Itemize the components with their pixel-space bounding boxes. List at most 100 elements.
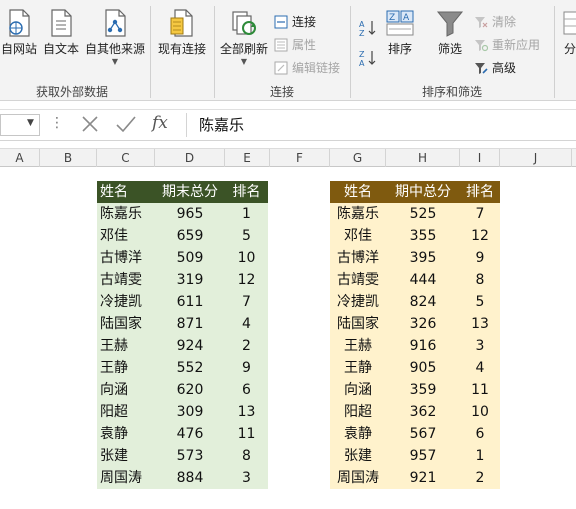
sort-button[interactable]: Z A 排序	[382, 8, 418, 56]
cell-rank[interactable]: 6	[460, 423, 500, 445]
cell-score[interactable]: 476	[155, 423, 225, 445]
cell-rank[interactable]: 7	[460, 203, 500, 225]
cell-name[interactable]: 陈嘉乐	[330, 203, 386, 225]
cell-name[interactable]: 袁静	[97, 423, 155, 445]
cell-name[interactable]: 冷捷凯	[330, 291, 386, 313]
cancel-icon[interactable]	[80, 113, 100, 135]
cell-score[interactable]: 309	[155, 401, 225, 423]
cell-score[interactable]: 921	[386, 467, 460, 489]
cell-score[interactable]: 965	[155, 203, 225, 225]
cell-rank[interactable]: 9	[460, 247, 500, 269]
cell-rank[interactable]: 13	[225, 401, 268, 423]
cell-rank[interactable]: 9	[225, 357, 268, 379]
cell-name[interactable]: 古博洋	[97, 247, 155, 269]
insert-function-icon[interactable]: fx	[152, 113, 168, 133]
column-header-g[interactable]: G	[330, 149, 386, 167]
cell-name[interactable]: 向涵	[330, 379, 386, 401]
cell-name[interactable]: 王静	[97, 357, 155, 379]
enter-check-icon[interactable]	[115, 113, 137, 135]
cell-name[interactable]: 冷捷凯	[97, 291, 155, 313]
cell-rank[interactable]: 6	[225, 379, 268, 401]
cell-score[interactable]: 620	[155, 379, 225, 401]
cell-rank[interactable]: 12	[225, 269, 268, 291]
chevron-down-icon[interactable]: ▼	[27, 118, 34, 128]
cell-rank[interactable]: 4	[225, 313, 268, 335]
column-header-f[interactable]: F	[270, 149, 330, 167]
cell-rank[interactable]: 5	[460, 291, 500, 313]
column-header-d[interactable]: D	[155, 149, 225, 167]
column-header-j[interactable]: J	[500, 149, 572, 167]
cell-rank[interactable]: 4	[460, 357, 500, 379]
worksheet-grid[interactable]: 姓名 期末总分 排名 陈嘉乐 965 1 邓佳 659 5 古博洋 509 10 古靖雯 319 12…	[0, 168, 576, 509]
name-box[interactable]: ▼	[0, 114, 40, 136]
clear-filter-button[interactable]: 清除	[474, 12, 516, 32]
sort-ascending-icon[interactable]: A Z	[358, 18, 378, 38]
column-header-e[interactable]: E	[225, 149, 270, 167]
cell-name[interactable]: 古博洋	[330, 247, 386, 269]
cell-score[interactable]: 884	[155, 467, 225, 489]
cell-name[interactable]: 陆国家	[97, 313, 155, 335]
cell-rank[interactable]: 2	[225, 335, 268, 357]
cell-score[interactable]: 567	[386, 423, 460, 445]
cell-name[interactable]: 邓佳	[97, 225, 155, 247]
cell-name[interactable]: 张建	[97, 445, 155, 467]
from-text-button[interactable]: 自文本	[42, 8, 80, 56]
cell-score[interactable]: 871	[155, 313, 225, 335]
header-midterm-total[interactable]: 期中总分	[386, 181, 460, 203]
cell-rank[interactable]: 10	[460, 401, 500, 423]
header-rank[interactable]: 排名	[460, 181, 500, 203]
cell-rank[interactable]: 2	[460, 467, 500, 489]
cell-name[interactable]: 陆国家	[330, 313, 386, 335]
cell-score[interactable]: 509	[155, 247, 225, 269]
refresh-all-button[interactable]: 全部刷新 ▼	[218, 8, 270, 66]
cell-rank[interactable]: 10	[225, 247, 268, 269]
cell-name[interactable]: 张建	[330, 445, 386, 467]
cell-score[interactable]: 573	[155, 445, 225, 467]
cell-rank[interactable]: 3	[460, 335, 500, 357]
cell-name[interactable]: 王静	[330, 357, 386, 379]
header-rank[interactable]: 排名	[225, 181, 268, 203]
cell-score[interactable]: 395	[386, 247, 460, 269]
cell-name[interactable]: 周国涛	[330, 467, 386, 489]
sort-descending-icon[interactable]: Z A	[358, 48, 378, 68]
properties-button[interactable]: 属性	[274, 35, 316, 55]
cell-rank[interactable]: 1	[225, 203, 268, 225]
cell-rank[interactable]: 8	[460, 269, 500, 291]
cell-rank[interactable]: 12	[460, 225, 500, 247]
cell-score[interactable]: 552	[155, 357, 225, 379]
column-header-h[interactable]: H	[386, 149, 460, 167]
from-web-button[interactable]: 自网站	[0, 8, 38, 56]
cell-score[interactable]: 525	[386, 203, 460, 225]
cell-name[interactable]: 古靖雯	[330, 269, 386, 291]
from-other-sources-button[interactable]: 自其他来源 ▼	[84, 8, 146, 66]
cell-name[interactable]: 古靖雯	[97, 269, 155, 291]
next-group-button[interactable]: 分	[560, 8, 576, 56]
cell-rank[interactable]: 1	[460, 445, 500, 467]
cell-score[interactable]: 359	[386, 379, 460, 401]
column-header-i[interactable]: I	[460, 149, 500, 167]
cell-score[interactable]: 957	[386, 445, 460, 467]
formula-input[interactable]: 陈嘉乐	[186, 113, 576, 137]
advanced-filter-button[interactable]: 高级	[474, 58, 516, 78]
cell-rank[interactable]: 11	[225, 423, 268, 445]
header-final-total[interactable]: 期末总分	[155, 181, 225, 203]
cell-rank[interactable]: 5	[225, 225, 268, 247]
cell-name[interactable]: 邓佳	[330, 225, 386, 247]
cell-score[interactable]: 916	[386, 335, 460, 357]
cell-rank[interactable]: 11	[460, 379, 500, 401]
cell-score[interactable]: 355	[386, 225, 460, 247]
cell-rank[interactable]: 8	[225, 445, 268, 467]
column-header-b[interactable]: B	[40, 149, 97, 167]
cell-score[interactable]: 924	[155, 335, 225, 357]
column-header-c[interactable]: C	[97, 149, 155, 167]
cell-name[interactable]: 周国涛	[97, 467, 155, 489]
more-options-icon[interactable]: ⋮	[50, 115, 64, 131]
cell-name[interactable]: 阳超	[97, 401, 155, 423]
header-name[interactable]: 姓名	[97, 181, 155, 203]
cell-score[interactable]: 824	[386, 291, 460, 313]
existing-connections-button[interactable]: 现有连接	[156, 8, 208, 56]
cell-score[interactable]: 659	[155, 225, 225, 247]
cell-name[interactable]: 阳超	[330, 401, 386, 423]
connections-button[interactable]: 连接	[274, 12, 316, 32]
cell-score[interactable]: 326	[386, 313, 460, 335]
